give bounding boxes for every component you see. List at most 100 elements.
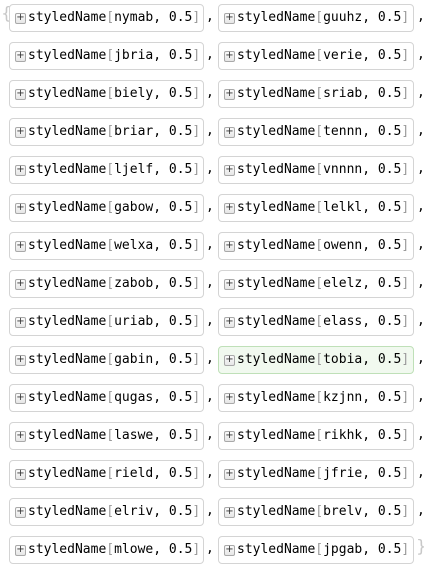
expand-plus-icon[interactable]: + xyxy=(224,240,235,252)
styled-name-box[interactable]: + styledName[welxa, 0.5] xyxy=(9,232,204,260)
name-argument: ljelf xyxy=(114,162,154,177)
styled-name-box[interactable]: + styledName[ljelf, 0.5] xyxy=(9,156,204,184)
expand-plus-icon[interactable]: + xyxy=(15,544,26,556)
expand-plus-icon[interactable]: + xyxy=(15,88,26,100)
expand-plus-icon[interactable]: + xyxy=(224,316,235,328)
expand-plus-icon[interactable]: + xyxy=(15,354,26,366)
open-bracket: [ xyxy=(106,48,115,63)
expand-plus-icon[interactable]: + xyxy=(15,12,26,24)
expand-plus-icon[interactable]: + xyxy=(224,506,235,518)
list-row: + styledName[qugas, 0.5] + styledName[kzjnn… xyxy=(0,384,424,414)
styled-name-box[interactable]: + styledName[qugas, 0.5] xyxy=(9,384,204,412)
expand-plus-icon[interactable]: + xyxy=(224,202,235,214)
close-bracket: ] xyxy=(401,466,410,481)
value-argument: 0.5 xyxy=(377,390,402,405)
name-argument: biely xyxy=(114,86,154,101)
name-argument: lelkl xyxy=(323,200,363,215)
argument-separator: , xyxy=(362,276,378,291)
styled-name-box[interactable]: + styledName[nymab, 0.5] xyxy=(9,4,204,32)
styled-name-box[interactable]: + styledName[gabin, 0.5] xyxy=(9,346,204,374)
expand-plus-icon[interactable]: + xyxy=(15,430,26,442)
expand-plus-icon[interactable]: + xyxy=(15,202,26,214)
expand-plus-icon[interactable]: + xyxy=(15,240,26,252)
expand-plus-icon[interactable]: + xyxy=(15,164,26,176)
function-name: styledName xyxy=(28,428,107,443)
expand-plus-icon[interactable]: + xyxy=(224,12,235,24)
styled-name-box[interactable]: + styledName[tennn, 0.5] xyxy=(218,118,414,146)
expand-plus-icon[interactable]: + xyxy=(224,544,235,556)
list-row: + styledName[zabob, 0.5] + styledName[elelz… xyxy=(0,270,424,300)
expand-plus-icon[interactable]: + xyxy=(15,278,26,290)
expand-plus-icon[interactable]: + xyxy=(15,468,26,480)
close-bracket: ] xyxy=(401,542,410,557)
styled-name-box[interactable]: + styledName[jfrie, 0.5] xyxy=(218,460,414,488)
expand-plus-icon[interactable]: + xyxy=(15,506,26,518)
close-bracket: ] xyxy=(401,428,410,443)
value-argument: 0.5 xyxy=(377,200,402,215)
styled-name-box[interactable]: + styledName[rikhk, 0.5] xyxy=(218,422,414,450)
styled-name-box[interactable]: + styledName[guuhz, 0.5] xyxy=(218,4,414,32)
list-row: + styledName[biely, 0.5] + styledName[sriab… xyxy=(0,80,424,110)
expand-plus-icon[interactable]: + xyxy=(224,430,235,442)
value-argument: 0.5 xyxy=(377,352,402,367)
styled-name-box[interactable]: + styledName[jpgab, 0.5] xyxy=(218,536,414,564)
styled-name-box[interactable]: + styledName[briar, 0.5] xyxy=(9,118,204,146)
styled-name-box[interactable]: + styledName[owenn, 0.5] xyxy=(218,232,414,260)
list-row: + styledName[jbria, 0.5] + styledName[verie… xyxy=(0,42,424,72)
styled-name-expression: styledName[gabin, 0.5] xyxy=(28,352,200,368)
expand-plus-icon[interactable]: + xyxy=(224,88,235,100)
function-name: styledName xyxy=(237,314,316,329)
styled-name-box[interactable]: + styledName[zabob, 0.5] xyxy=(9,270,204,298)
styled-name-expression: styledName[jbria, 0.5] xyxy=(28,48,200,64)
styled-name-expression: styledName[laswe, 0.5] xyxy=(28,428,200,444)
styled-name-box[interactable]: + styledName[mlowe, 0.5] xyxy=(9,536,204,564)
list-row: + styledName[welxa, 0.5] + styledName[owenn… xyxy=(0,232,424,262)
open-bracket: [ xyxy=(106,276,115,291)
open-bracket: [ xyxy=(315,314,324,329)
expand-plus-icon[interactable]: + xyxy=(224,164,235,176)
expand-plus-icon[interactable]: + xyxy=(15,316,26,328)
styled-name-box[interactable]: + styledName[kzjnn, 0.5] xyxy=(218,384,414,412)
expand-plus-icon[interactable]: + xyxy=(224,278,235,290)
close-bracket: ] xyxy=(192,390,201,405)
open-bracket: [ xyxy=(315,352,324,367)
styled-name-expression: styledName[jpgab, 0.5] xyxy=(237,542,409,558)
styled-name-box[interactable]: + styledName[biely, 0.5] xyxy=(9,80,204,108)
expand-plus-icon[interactable]: + xyxy=(224,468,235,480)
styled-name-box[interactable]: + styledName[brelv, 0.5] xyxy=(218,498,414,526)
expand-plus-icon[interactable]: + xyxy=(15,392,26,404)
value-argument: 0.5 xyxy=(168,124,193,139)
styled-name-box[interactable]: + styledName[lelkl, 0.5] xyxy=(218,194,414,222)
name-argument: uriab xyxy=(114,314,154,329)
styled-name-box[interactable]: + styledName[elriv, 0.5] xyxy=(9,498,204,526)
expand-plus-icon[interactable]: + xyxy=(15,50,26,62)
expand-plus-icon[interactable]: + xyxy=(224,354,235,366)
styled-name-expression: styledName[welxa, 0.5] xyxy=(28,238,200,254)
styled-name-box[interactable]: + styledName[tobia, 0.5] xyxy=(218,346,414,374)
open-bracket: [ xyxy=(315,86,324,101)
expand-plus-icon[interactable]: + xyxy=(224,50,235,62)
expand-plus-icon[interactable]: + xyxy=(224,126,235,138)
name-argument: gabow xyxy=(114,200,154,215)
function-name: styledName xyxy=(237,48,316,63)
value-argument: 0.5 xyxy=(377,10,402,25)
styled-name-expression: styledName[rikhk, 0.5] xyxy=(237,428,409,444)
styled-name-box[interactable]: + styledName[laswe, 0.5] xyxy=(9,422,204,450)
styled-name-box[interactable]: + styledName[gabow, 0.5] xyxy=(9,194,204,222)
open-bracket: [ xyxy=(106,314,115,329)
styled-name-box[interactable]: + styledName[vnnnn, 0.5] xyxy=(218,156,414,184)
styled-name-box[interactable]: + styledName[rield, 0.5] xyxy=(9,460,204,488)
styled-name-expression: styledName[rield, 0.5] xyxy=(28,466,200,482)
expand-plus-icon[interactable]: + xyxy=(224,392,235,404)
list-comma: , xyxy=(206,465,214,480)
styled-name-box[interactable]: + styledName[verie, 0.5] xyxy=(218,42,414,70)
close-bracket: ] xyxy=(192,542,201,557)
value-argument: 0.5 xyxy=(377,124,402,139)
styled-name-box[interactable]: + styledName[jbria, 0.5] xyxy=(9,42,204,70)
styled-name-box[interactable]: + styledName[elass, 0.5] xyxy=(218,308,414,336)
styled-name-box[interactable]: + styledName[elelz, 0.5] xyxy=(218,270,414,298)
value-argument: 0.5 xyxy=(168,162,193,177)
styled-name-box[interactable]: + styledName[uriab, 0.5] xyxy=(9,308,204,336)
expand-plus-icon[interactable]: + xyxy=(15,126,26,138)
styled-name-box[interactable]: + styledName[sriab, 0.5] xyxy=(218,80,414,108)
